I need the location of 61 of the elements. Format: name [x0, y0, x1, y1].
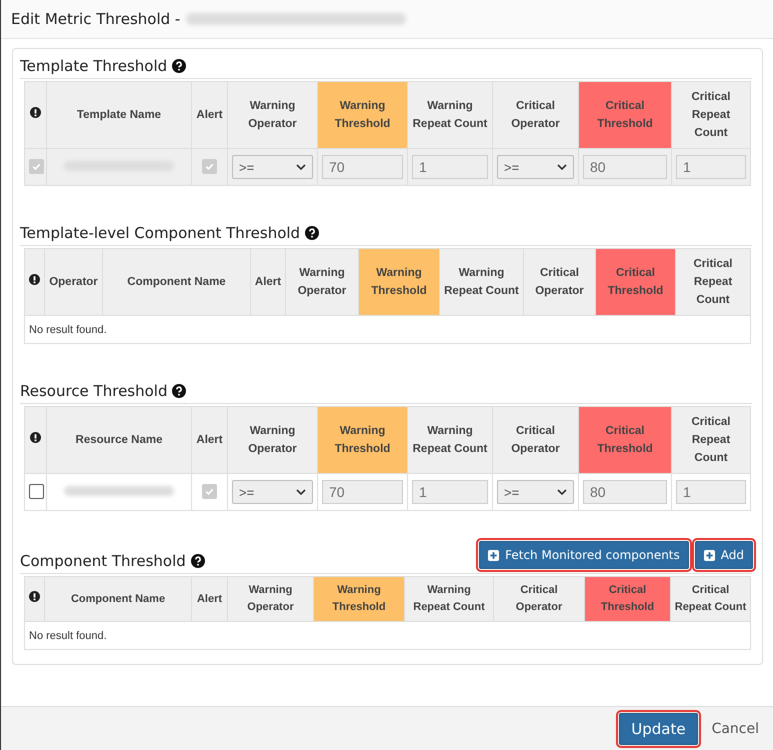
help-icon[interactable] — [305, 226, 320, 240]
empty-message: No result found. — [29, 324, 107, 336]
column-header: Alert — [192, 576, 228, 622]
checkmark-icon — [31, 161, 42, 172]
column-header: Alert — [250, 248, 286, 316]
checkmark-icon — [204, 486, 215, 498]
cancel-button[interactable]: Cancel — [708, 714, 763, 742]
checkbox[interactable] — [29, 484, 44, 500]
caret-icon — [296, 164, 306, 170]
section-title: Component Threshold — [20, 552, 186, 570]
checkmark-icon — [204, 161, 215, 172]
column-header: Critical Threshold — [596, 248, 676, 316]
plus-icon — [704, 550, 715, 560]
column-header: Critical Repeat Count — [672, 406, 750, 474]
column-header: Alert — [192, 82, 228, 148]
column-header: Warning Repeat Count — [408, 82, 492, 148]
section-title: Template Threshold — [20, 57, 168, 75]
column-header: Critical Repeat Count — [672, 82, 750, 148]
section-title: Resource Threshold — [20, 382, 168, 400]
exclamation-icon — [30, 107, 41, 118]
column-header: Critical Threshold — [578, 406, 672, 474]
caret-icon — [296, 489, 306, 495]
help-icon[interactable] — [172, 59, 186, 73]
column-header: Resource Name — [46, 406, 192, 474]
column-header: Critical Operator — [524, 248, 596, 316]
column-header: Warning Operator — [228, 82, 318, 148]
dialog-title: Edit Metric Threshold - — [11, 10, 180, 28]
column-header: Component Name — [44, 576, 192, 622]
column-header: Warning Threshold — [314, 576, 404, 622]
column-header: Critical Operator — [494, 576, 584, 622]
column-header: Warning Repeat Count — [404, 576, 494, 622]
help-icon[interactable] — [190, 554, 205, 568]
column-header: Critical Threshold — [578, 82, 672, 148]
exclamation-icon — [30, 432, 41, 443]
column-header: Warning Threshold — [318, 82, 408, 148]
column-header: Critical Repeat Count — [670, 576, 750, 622]
column-header: Critical Operator — [492, 406, 578, 474]
column-header: Warning Operator — [228, 576, 314, 622]
exclamation-icon — [29, 274, 40, 285]
column-header: Critical Threshold — [584, 576, 670, 622]
column-header: Warning Operator — [286, 248, 358, 316]
column-header: Component Name — [102, 248, 250, 316]
exclamation-icon — [29, 590, 40, 602]
help-icon[interactable] — [172, 384, 186, 398]
column-header: Warning Repeat Count — [440, 248, 524, 316]
column-header: Alert — [192, 406, 228, 474]
column-header: Warning Repeat Count — [408, 406, 492, 474]
action-button[interactable]: Add — [694, 541, 753, 569]
plus-icon — [488, 550, 500, 560]
empty-message: No result found. — [29, 630, 107, 642]
caret-icon — [557, 489, 567, 495]
column-header: Warning Threshold — [318, 406, 408, 474]
caret-icon — [557, 164, 567, 170]
column-header: Template Name — [46, 82, 192, 148]
column-header: Critical Operator — [492, 82, 578, 148]
column-header: Warning Operator — [228, 406, 318, 474]
column-header: Critical Repeat Count — [676, 248, 750, 316]
section-title: Template-level Component Threshold — [20, 224, 300, 242]
column-header: Operator — [44, 248, 102, 316]
action-button[interactable]: Fetch Monitored components — [479, 541, 689, 569]
column-header: Warning Threshold — [358, 248, 440, 316]
